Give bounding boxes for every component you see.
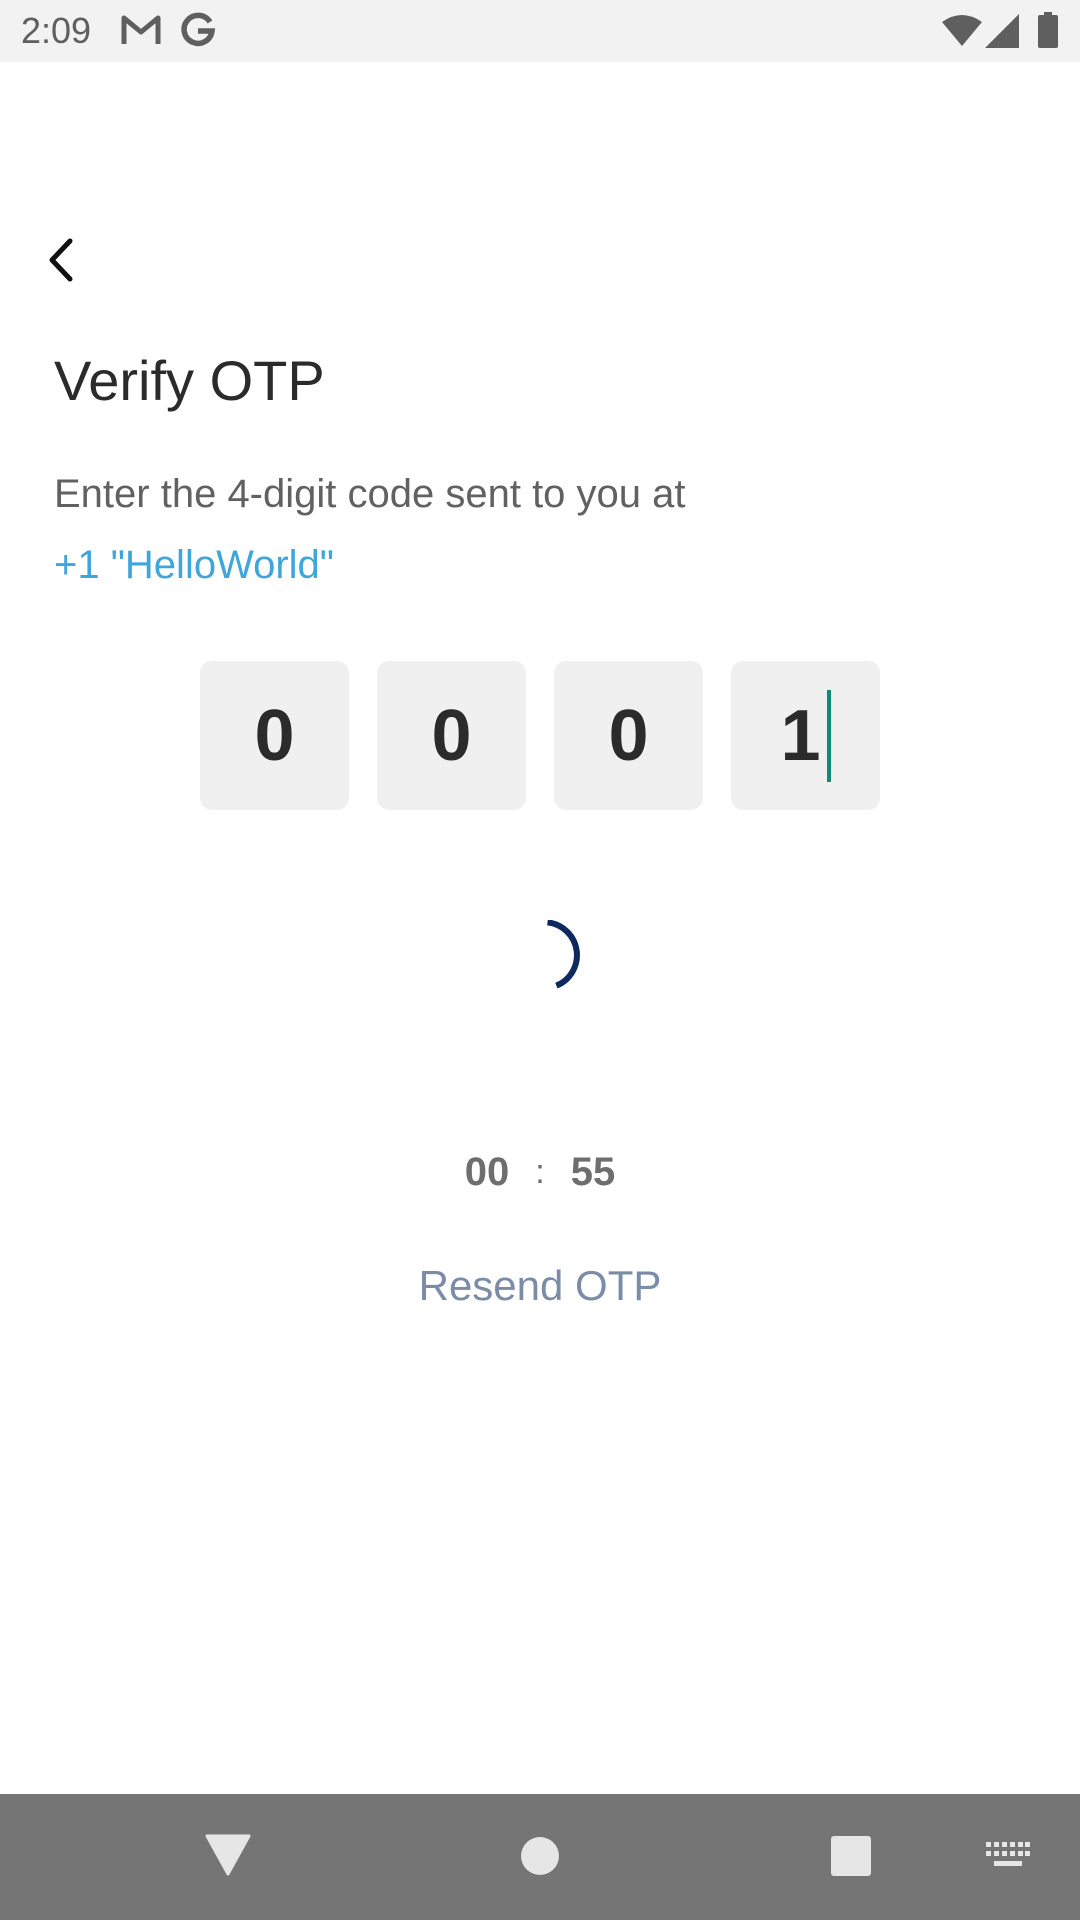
otp-digit-value: 1 <box>780 695 821 776</box>
resend-otp-button[interactable]: Resend OTP <box>0 1262 1080 1310</box>
otp-digit-4[interactable]: 1 <box>731 661 880 810</box>
otp-digit-value: 0 <box>608 695 649 776</box>
google-icon <box>180 12 216 53</box>
otp-digit-3[interactable]: 0 <box>554 661 703 810</box>
back-button[interactable] <box>40 225 90 295</box>
instruction-text: Enter the 4-digit code sent to you at <box>54 472 686 516</box>
recents-square-icon[interactable] <box>831 1836 871 1881</box>
gmail-icon <box>120 12 162 53</box>
loading-spinner <box>510 919 580 990</box>
battery-icon <box>1038 12 1058 53</box>
otp-digit-value: 0 <box>254 695 295 776</box>
signal-icon <box>985 14 1019 53</box>
timer-minutes: 00 <box>464 1150 510 1194</box>
phone-number: +1 "HelloWorld" <box>54 543 334 587</box>
home-circle-icon[interactable] <box>520 1836 560 1881</box>
otp-digit-1[interactable]: 0 <box>200 661 349 810</box>
otp-screen: 2:09 Verify OTP Enter the 4-digit code s… <box>0 0 1080 1920</box>
navigation-bar <box>0 1794 1080 1920</box>
wifi-icon <box>942 14 982 53</box>
page-title: Verify OTP <box>54 349 325 412</box>
back-triangle-icon[interactable] <box>205 1834 251 1881</box>
countdown-timer: 00:55 <box>0 1150 1080 1195</box>
keyboard-icon[interactable] <box>986 1842 1030 1875</box>
otp-digit-2[interactable]: 0 <box>377 661 526 810</box>
text-caret <box>826 689 831 782</box>
status-bar: 2:09 <box>0 0 1080 62</box>
status-time: 2:09 <box>21 10 92 51</box>
timer-seconds: 55 <box>570 1150 616 1194</box>
otp-digit-value: 0 <box>431 695 472 776</box>
chevron-left-icon <box>40 238 90 299</box>
timer-separator: : <box>535 1153 545 1191</box>
